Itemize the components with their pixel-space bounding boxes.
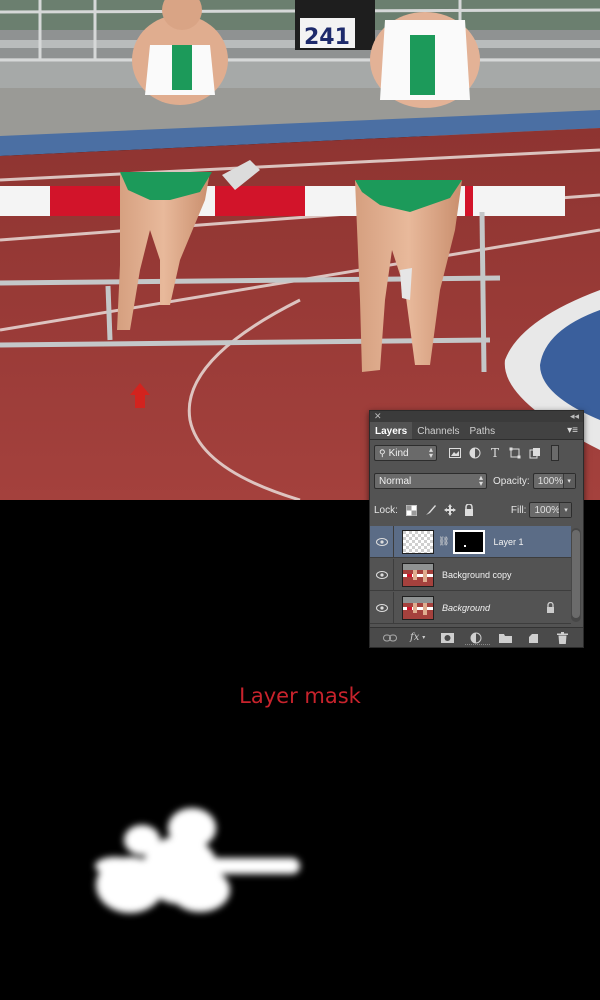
link-layers-icon[interactable] [381, 630, 399, 646]
panel-menu-icon[interactable]: ▾≡ [567, 425, 578, 436]
chevron-updown-icon: ▴ ▾ [428, 445, 433, 460]
mask-link-icon[interactable]: ⛓ [438, 536, 449, 547]
fill-field[interactable]: 100% ▾ [529, 502, 573, 518]
layer-mask-thumbnail[interactable] [453, 529, 486, 554]
filter-kind-label: Kind [388, 447, 409, 459]
panel-titlebar: ✕ ◂◂ [370, 411, 583, 422]
visibility-eye-icon[interactable] [370, 559, 394, 590]
filter-adjustment-icon[interactable] [467, 446, 483, 460]
filter-toggle[interactable] [551, 445, 559, 461]
layers-scrollbar[interactable] [571, 528, 581, 622]
fill-value: 100% [534, 504, 561, 516]
fill-label: Fill: [510, 504, 527, 516]
scrollbar-thumb[interactable] [572, 530, 580, 618]
filter-kind-select[interactable]: ⚲ Kind ▴ ▾ [374, 445, 437, 461]
layer-thumbnail-transparent[interactable] [402, 529, 434, 554]
layer-row-layer-1[interactable]: ⛓ Layer 1 [370, 526, 571, 558]
add-mask-icon[interactable] [439, 630, 457, 646]
blend-mode-value: Normal [379, 475, 412, 487]
fx-icon[interactable]: fx ▾ [410, 630, 428, 646]
visibility-eye-icon[interactable] [370, 592, 394, 623]
mask-caption: Layer mask [239, 684, 361, 708]
layer-lock-icon[interactable] [546, 601, 555, 616]
tab-layers[interactable]: Layers [370, 422, 413, 439]
close-icon[interactable]: ✕ [374, 411, 382, 422]
layer-thumbnail-photo[interactable] [402, 595, 434, 620]
tab-channels[interactable]: Channels [412, 422, 464, 439]
layer-name[interactable]: Background copy [442, 570, 512, 580]
opacity-field[interactable]: 100% ▾ [532, 473, 576, 489]
layer-name[interactable]: Background [442, 603, 490, 613]
opacity-label: Opacity: [493, 475, 530, 487]
trash-icon[interactable] [554, 630, 572, 646]
layers-panel: ✕ ◂◂ Layers Channels Paths ▾≡ ⚲ Kind ▴ ▾ … [369, 410, 584, 648]
tab-paths[interactable]: Paths [465, 422, 501, 439]
lock-transparent-icon[interactable] [404, 503, 420, 517]
layer-row-background-copy[interactable]: Background copy [370, 559, 571, 591]
filter-pixel-icon[interactable] [447, 446, 463, 460]
opacity-value: 100% [537, 475, 564, 487]
lock-label: Lock: [374, 504, 398, 516]
blend-mode-select[interactable]: Normal ▴ ▾ [374, 473, 487, 489]
filter-type-icon[interactable]: T [487, 446, 503, 460]
chevron-updown-icon: ▴ ▾ [478, 473, 483, 488]
bib-number: 241 [304, 25, 350, 50]
lock-image-brush-icon[interactable] [423, 503, 439, 517]
layer-mask-preview [95, 808, 300, 913]
visibility-eye-icon[interactable] [370, 526, 394, 557]
lock-position-move-icon[interactable] [442, 503, 458, 517]
chevron-down-icon[interactable]: ▾ [559, 503, 572, 517]
fx-label: fx [410, 632, 420, 643]
layer-name[interactable]: Layer 1 [493, 537, 523, 547]
filter-shape-icon[interactable] [507, 446, 523, 460]
new-layer-icon[interactable] [525, 630, 543, 646]
layer-thumbnail-photo[interactable] [402, 562, 434, 587]
panel-resize-grip[interactable] [465, 644, 490, 646]
chevron-down-icon[interactable]: ▾ [562, 474, 575, 488]
lock-all-icon[interactable] [461, 503, 477, 517]
folder-icon[interactable] [496, 630, 514, 646]
collapse-icon[interactable]: ◂◂ [570, 411, 579, 422]
panel-tabs: Layers Channels Paths ▾≡ [370, 422, 583, 440]
search-icon: ⚲ [379, 447, 386, 458]
filter-smartobject-icon[interactable] [527, 446, 543, 460]
layer-row-background[interactable]: Background [370, 592, 571, 624]
